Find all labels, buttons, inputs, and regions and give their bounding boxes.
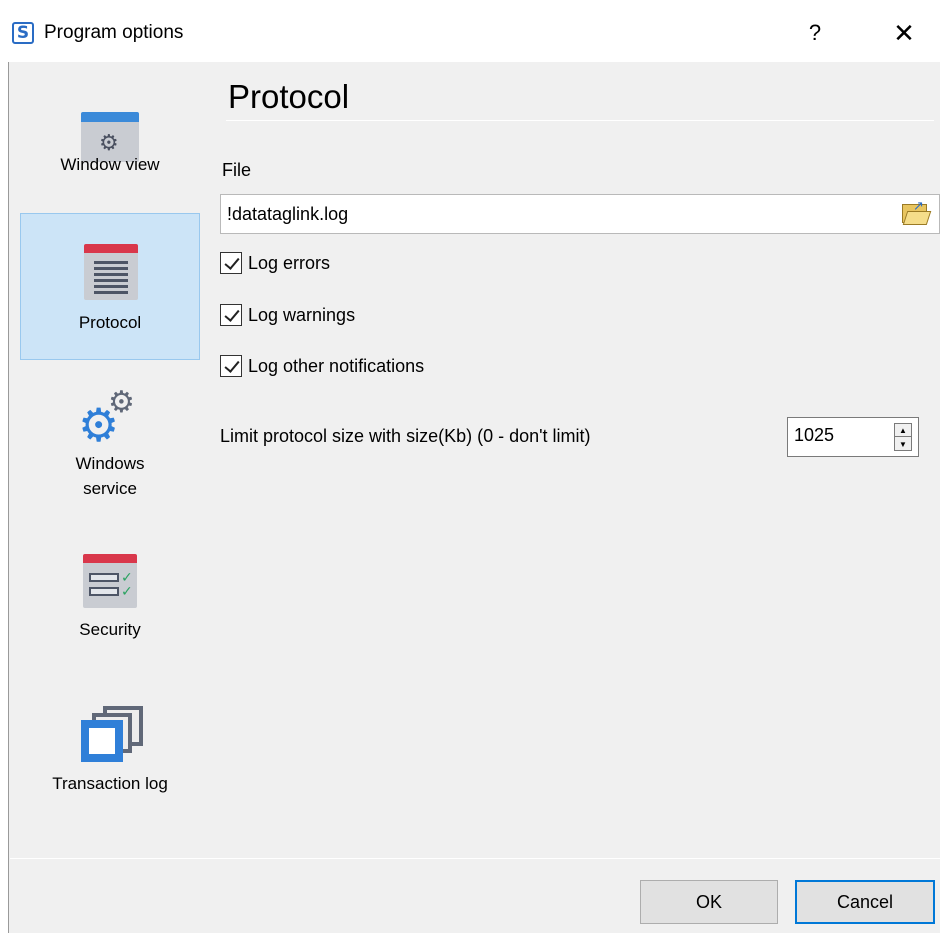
sidebar-item-windows-service[interactable]: ⚙ ⚙ Windows service [20,378,200,518]
sidebar-item-label: Transaction log [52,774,168,793]
gears-icon: ⚙ ⚙ [78,388,142,452]
help-button[interactable]: ? [790,12,840,54]
program-options-dialog: S Program options ? ✕ ⚙ Window view Prot… [0,0,940,933]
checkbox-box[interactable] [220,355,242,377]
spin-down-button[interactable]: ▼ [895,438,911,451]
log-errors-checkbox[interactable]: Log errors [220,249,330,277]
file-path-input[interactable]: !datataglink.log [220,194,940,234]
sidebar-item-label: Window view [60,155,160,174]
ok-button[interactable]: OK [640,880,778,924]
window-front [81,720,123,762]
browse-folder-button[interactable]: ↗ [899,198,932,229]
page-title: Protocol [228,78,350,115]
checkbox-label: Log errors [248,253,331,273]
sidebar-item-label: Protocol [78,313,142,332]
stacked-windows-icon [81,706,143,762]
cancel-button[interactable]: Cancel [795,880,935,924]
checklist-bar [89,573,119,582]
list-lines [94,261,128,297]
checklist-bar [89,587,119,596]
check-icon: ✓ [121,569,133,585]
sidebar-item-transaction-log[interactable]: Transaction log [20,676,200,826]
sidebar-item-protocol[interactable]: Protocol [20,213,200,360]
gear-icon: ⚙ [108,386,135,419]
log-warnings-checkbox[interactable]: Log warnings [220,301,355,329]
folder-flap [902,211,932,225]
document-list-icon [84,244,138,300]
checkbox-label: Log other notifications [248,356,425,376]
sidebar-item-window-view[interactable]: ⚙ Window view [20,82,200,210]
app-logo-icon: S [12,22,34,44]
window-title: Program options [44,22,184,43]
close-button[interactable]: ✕ [876,12,932,54]
open-arrow-icon: ↗ [913,198,924,213]
sidebar-item-label: Security [79,620,141,639]
title-bar: S Program options ? ✕ [0,0,940,62]
limit-size-label: Limit protocol size with size(Kb) (0 - d… [220,426,591,446]
log-other-notifications-checkbox[interactable]: Log other notifications [220,352,424,380]
checkbox-label: Log warnings [248,305,356,325]
check-icon: ✓ [121,583,133,599]
spin-up-button[interactable]: ▲ [895,424,911,437]
sidebar-item-label: Windows service [75,454,145,498]
checkbox-box[interactable] [220,304,242,326]
footer-divider [10,858,940,859]
checklist-icon: ✓ ✓ [83,554,137,608]
sidebar-item-security[interactable]: ✓ ✓ Security [20,536,200,666]
file-label: File [222,160,252,180]
title-divider [226,120,934,121]
window-frame [0,62,8,933]
limit-size-spinbox[interactable]: 1025 ▲ ▼ [787,417,919,457]
limit-size-value[interactable]: 1025 [794,423,834,447]
checkbox-box[interactable] [220,252,242,274]
spin-buttons: ▲ ▼ [894,423,912,451]
frame-border [8,62,9,933]
